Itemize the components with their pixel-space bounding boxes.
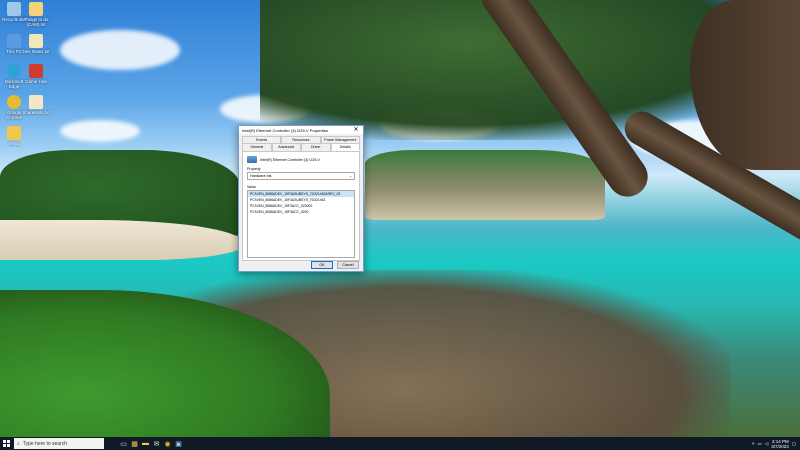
game-icon bbox=[29, 64, 43, 78]
device-name: Intel(R) Ethernet Controller (3) I225-V bbox=[260, 157, 320, 162]
start-button[interactable] bbox=[0, 437, 12, 450]
desktop-icon-file[interactable]: Dev Notes.txt bbox=[22, 34, 50, 54]
search-input[interactable]: ⌕ Type here to search bbox=[14, 438, 104, 449]
property-dropdown[interactable]: Hardware Ids ⌄ bbox=[247, 172, 355, 180]
search-placeholder: Type here to search bbox=[22, 440, 68, 447]
tab-events[interactable]: Events bbox=[242, 136, 282, 143]
recycle-bin-icon bbox=[7, 2, 21, 16]
tab-details[interactable]: Details bbox=[330, 143, 360, 151]
windows-icon bbox=[2, 440, 10, 447]
edge-icon bbox=[7, 64, 21, 78]
clock-date: 3/7/2023 bbox=[771, 443, 789, 449]
network-adapter-icon bbox=[247, 156, 257, 163]
close-icon[interactable]: ✕ bbox=[352, 127, 360, 133]
property-label: Property bbox=[247, 167, 261, 171]
dialog-title-bar[interactable]: Intel(R) Ethernet Controller (3) I225-V … bbox=[239, 126, 363, 134]
task-view-icon[interactable]: ▭ bbox=[118, 437, 129, 450]
widgets-icon[interactable]: ▦ bbox=[129, 437, 140, 450]
taskbar: ⌕ Type here to search ▭ ▦ ▬ ✉ ◉ ▣ ˄ ▭ ◁ … bbox=[0, 437, 800, 450]
cliff bbox=[365, 150, 605, 220]
details-panel: Intel(R) Ethernet Controller (3) I225-V … bbox=[242, 151, 360, 261]
dialog-buttons: OK Cancel bbox=[311, 261, 359, 269]
file-explorer-icon[interactable]: ▬ bbox=[140, 437, 151, 450]
desktop-icon-setup[interactable]: Setup bbox=[0, 126, 28, 146]
chevron-up-icon[interactable]: ˄ bbox=[752, 441, 755, 446]
desktop-background: Recycle Bin Things to do (CAM).txt This … bbox=[0, 0, 800, 437]
tab-driver[interactable]: Driver bbox=[301, 143, 331, 151]
cancel-button[interactable]: Cancel bbox=[337, 261, 359, 269]
mail-icon[interactable]: ✉ bbox=[151, 437, 162, 450]
dialog-title: Intel(R) Ethernet Controller (3) I225-V … bbox=[242, 127, 329, 133]
clock[interactable]: 2:14 PM 3/7/2023 bbox=[771, 439, 789, 449]
value-list[interactable]: PCI\VEN_8086&DEV_15F3&SUBSYS_7D321462&RE… bbox=[247, 190, 355, 258]
value-label: Value bbox=[247, 185, 256, 189]
tab-advanced[interactable]: Advanced bbox=[271, 143, 301, 151]
network-icon[interactable]: ▭ bbox=[757, 441, 761, 447]
tab-general[interactable]: General bbox=[242, 143, 272, 151]
cloud bbox=[60, 30, 180, 70]
list-item[interactable]: PCI\VEN_8086&DEV_15F3&CC_0200 bbox=[248, 209, 354, 215]
tab-resources[interactable]: Resources bbox=[281, 136, 321, 143]
chrome-icon bbox=[7, 95, 21, 109]
tab-power-management[interactable]: Power Management bbox=[320, 136, 360, 143]
cloud bbox=[60, 120, 140, 142]
desktop-icon-game[interactable]: Game Hub bbox=[22, 64, 50, 84]
setup-icon bbox=[7, 126, 21, 140]
chrome-icon[interactable]: ◉ bbox=[162, 437, 173, 450]
computer-icon bbox=[7, 34, 21, 48]
ok-button[interactable]: OK bbox=[311, 261, 333, 269]
notifications-icon[interactable]: ▢ bbox=[792, 441, 796, 447]
clock-time: 2:14 PM bbox=[771, 438, 789, 444]
desktop-icon-file[interactable]: Things to do (CAM).txt bbox=[22, 2, 50, 27]
text-file-icon bbox=[29, 2, 43, 16]
text-file-icon bbox=[29, 34, 43, 48]
system-tray: ˄ ▭ ◁ 2:14 PM 3/7/2023 ▢ bbox=[752, 437, 796, 450]
desktop-icon-file[interactable]: ShareNote.txt bbox=[22, 95, 50, 115]
search-icon: ⌕ bbox=[17, 440, 20, 447]
volume-icon[interactable]: ◁ bbox=[765, 441, 768, 447]
chevron-down-icon: ⌄ bbox=[348, 174, 352, 178]
tab-strip: Events Resources Power Management Genera… bbox=[242, 136, 360, 151]
property-value: Hardware Ids bbox=[250, 174, 272, 178]
device-manager-icon[interactable]: ▣ bbox=[173, 437, 184, 450]
text-file-icon bbox=[29, 95, 43, 109]
properties-dialog: Intel(R) Ethernet Controller (3) I225-V … bbox=[238, 125, 364, 272]
